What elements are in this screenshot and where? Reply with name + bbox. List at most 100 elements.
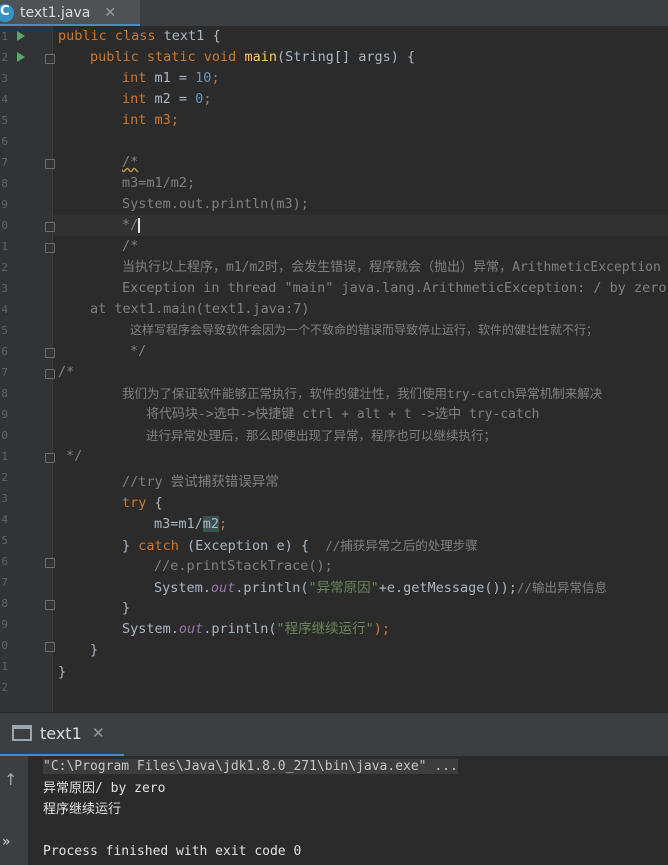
line-number: 6 bbox=[1, 555, 8, 568]
line-number: 8 bbox=[1, 597, 8, 610]
keyword: try bbox=[122, 495, 147, 511]
keyword: public class bbox=[58, 28, 156, 44]
keyword: catch bbox=[138, 538, 179, 554]
code-line-19: 我们为了保证软件能够正常执行，软件的健壮性，我们使用try-catch异常机制来… bbox=[122, 386, 603, 401]
console-output[interactable]: ↑ » "C:\Program Files\Java\jdk1.8.0_271\… bbox=[0, 756, 668, 865]
code-line-32: } bbox=[58, 664, 67, 680]
string-literal: "程序继续运行" bbox=[276, 621, 374, 637]
console-line: "C:\Program Files\Java\jdk1.8.0_271\bin\… bbox=[43, 756, 458, 777]
line-number: 9 bbox=[1, 618, 8, 631]
code-line-13: Exception in thread "main" java.lang.Ari… bbox=[122, 280, 667, 296]
line-number: 6 bbox=[1, 135, 8, 148]
code-text: text1 { bbox=[155, 28, 221, 44]
comment: /* bbox=[122, 154, 139, 170]
caret-line-highlight bbox=[53, 215, 668, 236]
fold-icon[interactable] bbox=[45, 453, 55, 463]
code-line-8: m3=m1/m2; bbox=[122, 175, 196, 191]
fold-icon[interactable] bbox=[45, 600, 55, 610]
line-number: 0 bbox=[1, 429, 8, 442]
fold-icon[interactable] bbox=[45, 159, 55, 169]
text-cursor bbox=[138, 217, 141, 233]
comment: //输出异常信息 bbox=[516, 580, 607, 595]
tab-label: text1.java bbox=[20, 5, 91, 21]
line-number: 1 bbox=[1, 240, 8, 253]
string-literal: "异常原因" bbox=[308, 580, 379, 596]
line-number: 5 bbox=[1, 534, 8, 547]
number-literal: 10 bbox=[195, 70, 212, 86]
fold-icon[interactable] bbox=[45, 642, 55, 652]
code-line-16: */ bbox=[130, 343, 147, 359]
code-text: (String[] args) { bbox=[276, 49, 416, 65]
tab-text1-java[interactable]: text1.java ✕ bbox=[0, 0, 140, 27]
console-line: 异常原因/ by zero bbox=[43, 781, 166, 796]
code-line-15: 这样写程序会导致软件会因为一个不致命的错误而导致停止运行，软件的健壮性就不行； bbox=[130, 323, 599, 337]
line-number: 3 bbox=[1, 282, 8, 295]
code-line-27: //e.printStackTrace(); bbox=[154, 558, 333, 574]
line-number: 6 bbox=[1, 345, 8, 358]
keyword: int bbox=[122, 112, 147, 128]
code-line-9: System.out.println(m3); bbox=[122, 196, 309, 212]
line-number: 0 bbox=[1, 219, 8, 232]
run-main-icon[interactable] bbox=[17, 52, 25, 62]
keyword: int bbox=[122, 91, 147, 107]
fold-icon[interactable] bbox=[45, 243, 55, 253]
fold-icon[interactable] bbox=[45, 54, 55, 64]
code-text: .println( bbox=[203, 621, 277, 637]
code-line-30: System.out.println("程序继续运行"); bbox=[122, 619, 390, 640]
line-number: 3 bbox=[1, 492, 8, 505]
more-actions-icon[interactable]: » bbox=[2, 834, 11, 850]
console-command[interactable]: "C:\Program Files\Java\jdk1.8.0_271\bin\… bbox=[43, 759, 458, 774]
close-icon[interactable]: ✕ bbox=[104, 5, 116, 21]
editor-tab-bar: text1.java ✕ bbox=[0, 0, 668, 27]
keyword: public static void bbox=[90, 49, 237, 65]
line-number: 5 bbox=[1, 114, 8, 127]
line-number: 7 bbox=[1, 576, 8, 589]
code-line-5: int m3; bbox=[122, 110, 179, 131]
code-text: m3=m1/ bbox=[154, 516, 203, 532]
method-name: main bbox=[244, 49, 277, 65]
comment: //捕获异常之后的处理步骤 bbox=[325, 538, 478, 553]
java-class-icon bbox=[0, 4, 14, 22]
code-text: m1 = bbox=[146, 70, 196, 86]
line-number: 4 bbox=[1, 303, 8, 316]
code-editor[interactable]: 1 2 3 4 5 6 7 8 9 0 1 2 3 4 5 6 7 8 9 0 1 2 3 4 5 6 7 8 9 0 1 2 public … bbox=[0, 26, 668, 712]
code-text: System. bbox=[122, 621, 179, 637]
code-line-17: /* bbox=[58, 364, 75, 380]
line-number: 7 bbox=[1, 156, 8, 169]
line-number: 9 bbox=[1, 408, 8, 421]
line-number: 3 bbox=[1, 72, 8, 85]
code-line-4: int m2 = 0; bbox=[122, 89, 211, 110]
arrow-up-icon[interactable]: ↑ bbox=[4, 770, 17, 789]
code-line-1: public class text1 { bbox=[58, 26, 221, 47]
console-line: 程序继续运行 bbox=[43, 802, 122, 817]
fold-icon[interactable] bbox=[45, 348, 55, 358]
code-line-11: /* bbox=[122, 238, 139, 254]
fold-icon[interactable] bbox=[45, 558, 55, 568]
static-field: out bbox=[210, 580, 236, 596]
fold-icon[interactable] bbox=[45, 222, 55, 232]
run-class-icon[interactable] bbox=[17, 31, 25, 41]
code-line-26: } catch (Exception e) { //捕获异常之后的处理步骤 bbox=[122, 535, 478, 556]
line-number: 1 bbox=[1, 30, 8, 43]
line-number: 2 bbox=[1, 681, 8, 694]
close-icon[interactable]: ✕ bbox=[92, 724, 105, 742]
comment: */ bbox=[122, 217, 139, 233]
static-field: out bbox=[178, 621, 204, 637]
line-number: 8 bbox=[1, 177, 8, 190]
code-text: ; bbox=[219, 516, 228, 532]
line-number: 2 bbox=[1, 261, 8, 274]
code-line-20: 将代码块->选中->快捷键 ctrl + alt + t ->选中 try-ca… bbox=[146, 407, 540, 422]
code-text: System. bbox=[154, 580, 211, 596]
line-number: 1 bbox=[1, 660, 8, 673]
code-line-12: 当执行以上程序，m1/m2时，会发生错误，程序就会（抛出）异常，Arithmet… bbox=[122, 260, 661, 275]
code-line-21: 进行异常处理后，那么即便出现了异常，程序也可以继续执行； bbox=[146, 428, 497, 443]
code-text: } bbox=[122, 538, 139, 554]
code-text: ); bbox=[373, 621, 390, 637]
code-line-23: //try 尝试捕获错误异常 bbox=[122, 474, 279, 490]
code-text: m2 = bbox=[146, 91, 196, 107]
code-line-2: public static void main(String[] args) { bbox=[90, 47, 415, 68]
run-tab-label[interactable]: text1 bbox=[40, 724, 82, 743]
line-number: 4 bbox=[1, 513, 8, 526]
line-number: 9 bbox=[1, 198, 8, 211]
fold-icon[interactable] bbox=[45, 369, 55, 379]
